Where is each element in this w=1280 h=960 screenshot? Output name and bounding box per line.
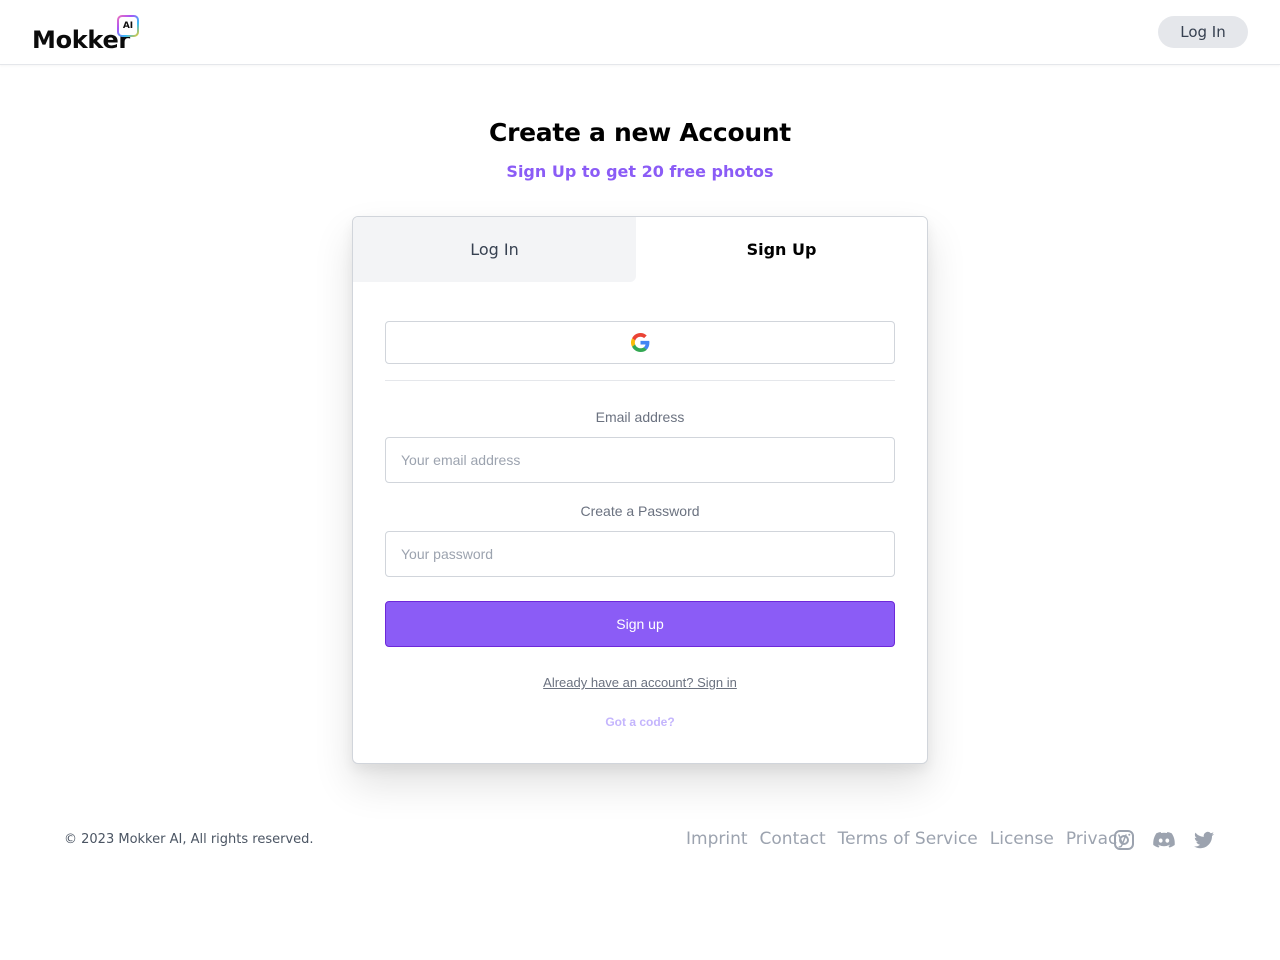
footer-link-terms[interactable]: Terms of Service <box>838 829 978 849</box>
brand-name: Mokker <box>32 26 130 54</box>
google-signin-button[interactable] <box>385 321 895 364</box>
divider <box>385 380 895 381</box>
got-code-link[interactable]: Got a code? <box>385 715 895 729</box>
signin-link[interactable]: Already have an account? Sign in <box>385 675 895 690</box>
footer-link-imprint[interactable]: Imprint <box>686 829 748 849</box>
page-subtitle: Sign Up to get 20 free photos <box>506 162 774 181</box>
email-label: Email address <box>595 409 685 425</box>
auth-card: Log In Sign Up Email address Create a Pa… <box>352 216 928 764</box>
top-bar: Mokker AI Log In <box>0 0 1280 65</box>
google-icon <box>630 333 649 352</box>
discord-icon[interactable] <box>1152 828 1176 852</box>
page-title: Create a new Account <box>489 118 791 147</box>
footer-link-contact[interactable]: Contact <box>760 829 826 849</box>
header-login-button[interactable]: Log In <box>1158 16 1248 48</box>
tab-login[interactable]: Log In <box>353 217 636 282</box>
instagram-icon[interactable] <box>1112 828 1136 852</box>
tab-signup[interactable]: Sign Up <box>636 217 927 282</box>
ai-badge: AI <box>117 15 139 37</box>
password-label: Create a Password <box>580 503 700 519</box>
twitter-icon[interactable] <box>1192 828 1216 852</box>
signup-button[interactable]: Sign up <box>385 601 895 647</box>
password-field[interactable] <box>385 531 895 577</box>
footer-link-license[interactable]: License <box>990 829 1054 849</box>
footer-links: Imprint Contact Terms of Service License… <box>686 829 1127 849</box>
copyright: © 2023 Mokker AI, All rights reserved. <box>64 832 314 847</box>
email-field[interactable] <box>385 437 895 483</box>
